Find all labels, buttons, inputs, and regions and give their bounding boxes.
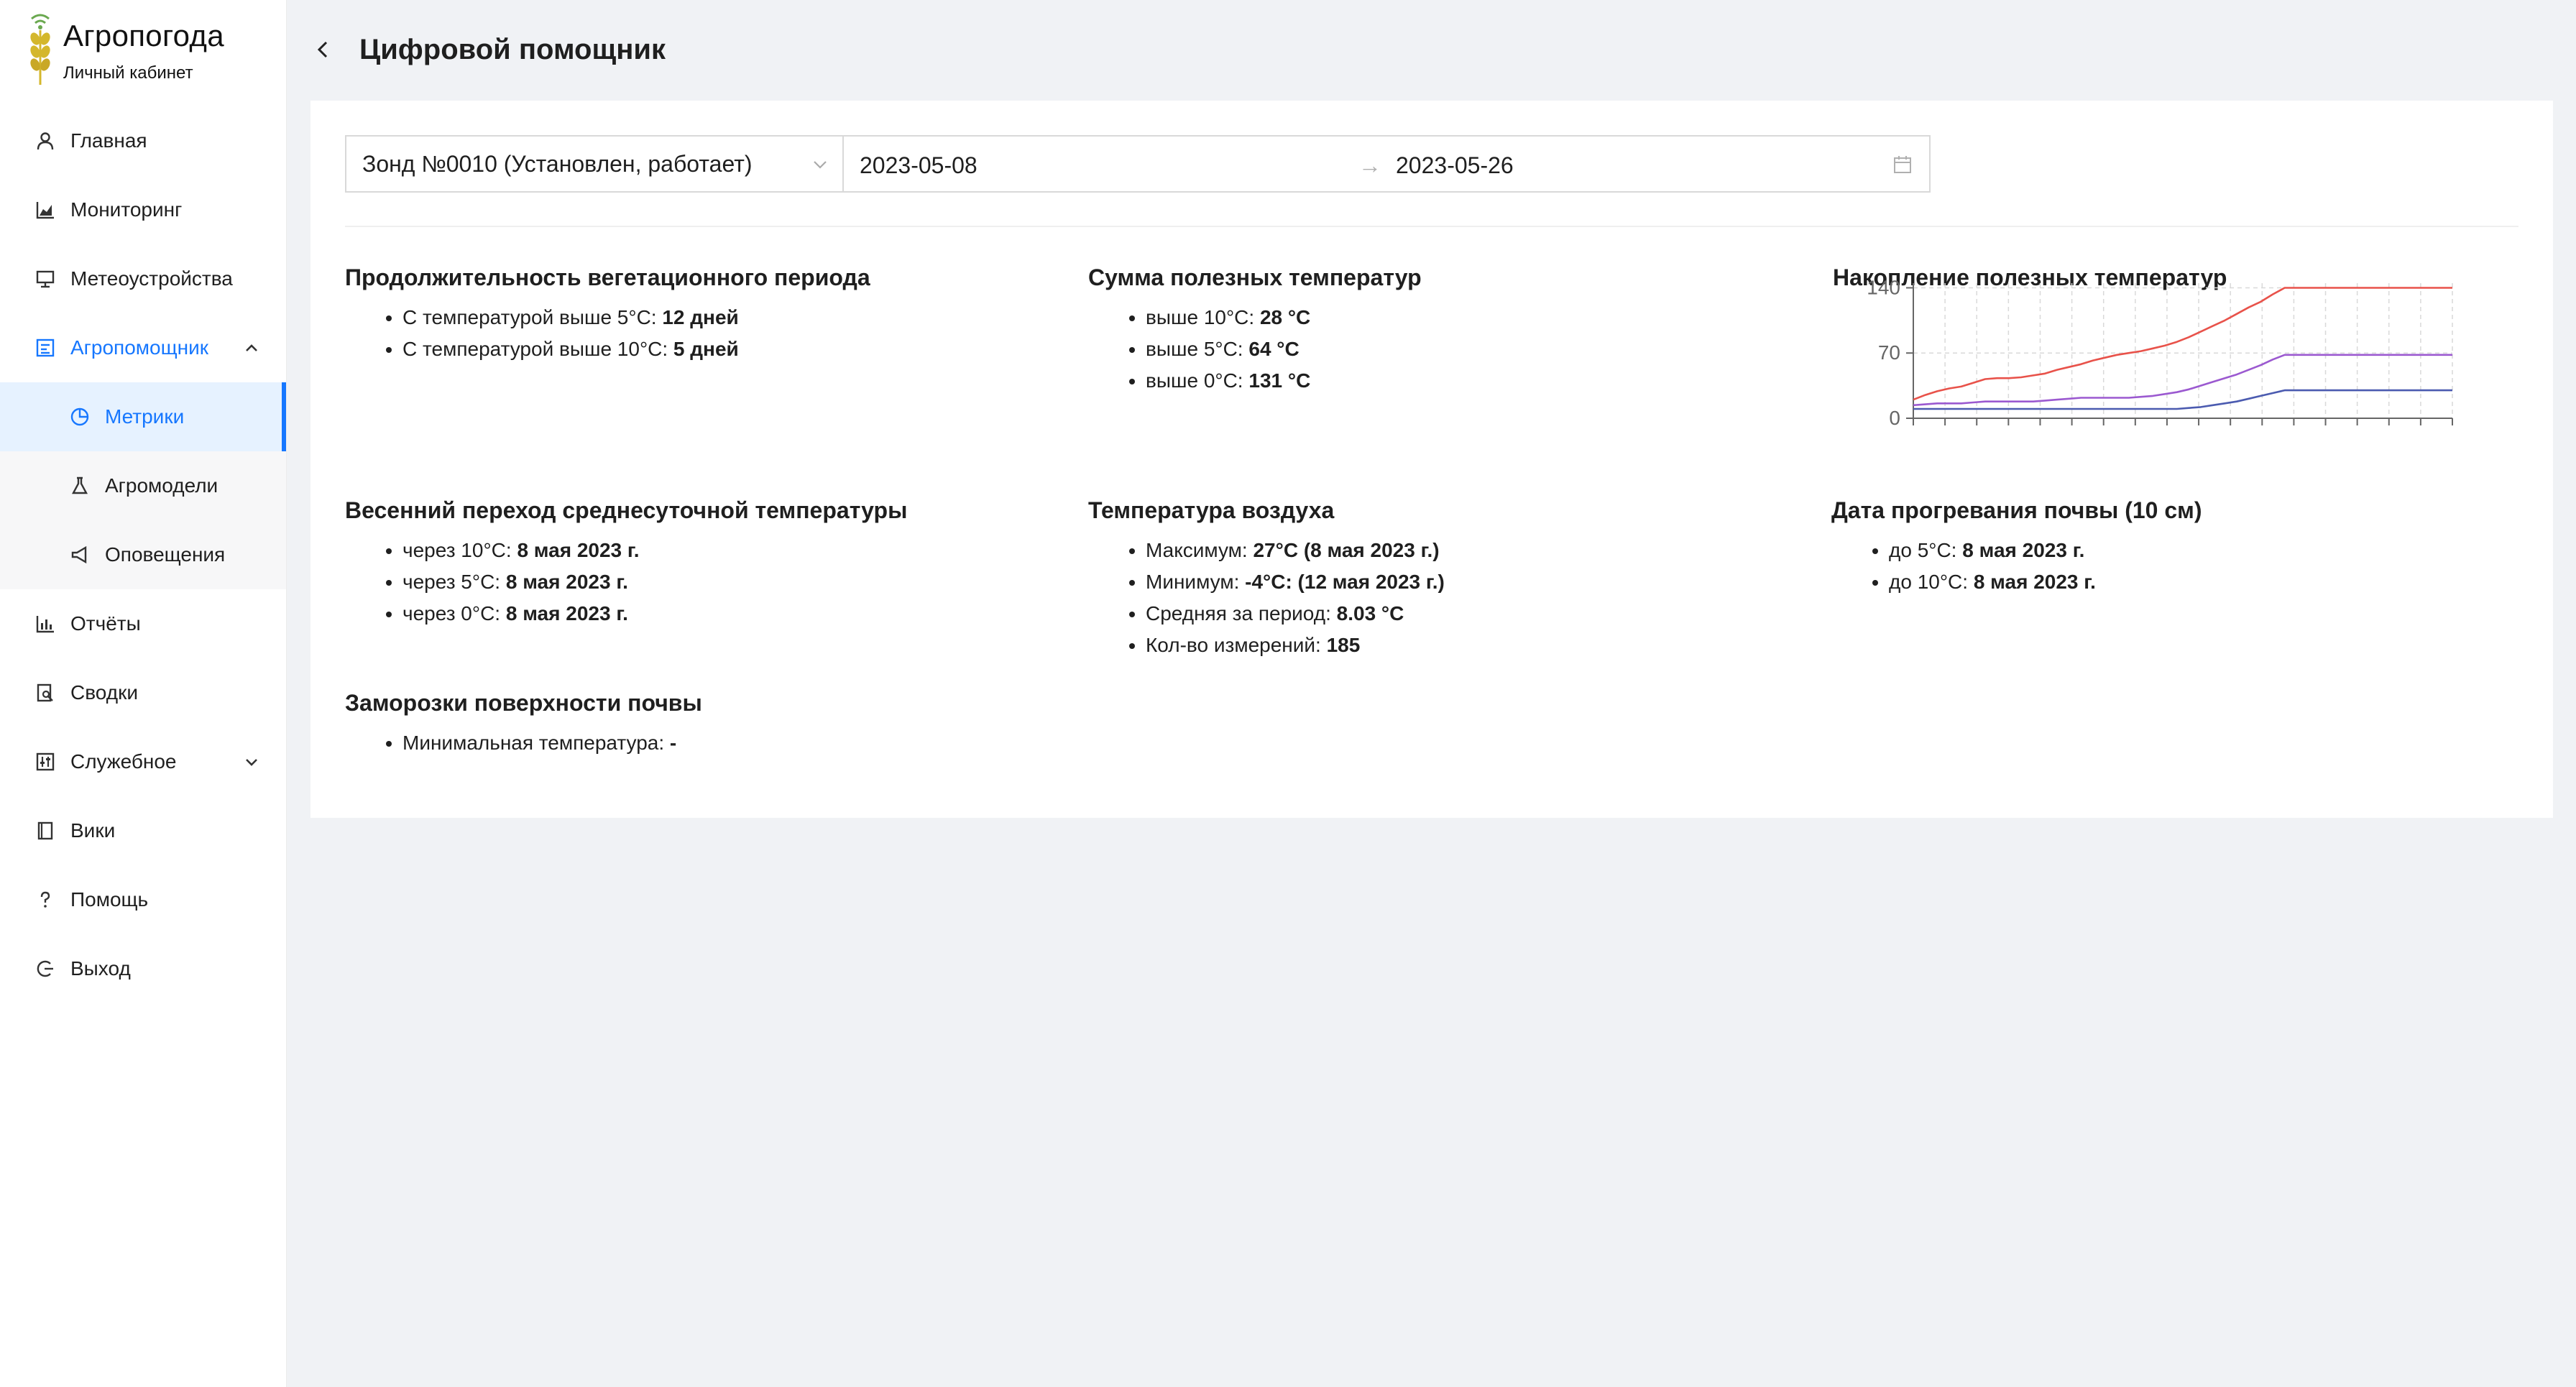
sidebar-item-label: Мониторинг — [70, 198, 183, 221]
list-item: через 0°С: 8 мая 2023 г. — [402, 598, 907, 630]
list-item: выше 0°С: 131 °С — [1146, 365, 1422, 397]
chevron-down-icon — [814, 161, 827, 169]
section-title: Заморозки поверхности почвы — [345, 690, 702, 716]
sidebar-menu: Главная Мониторинг Метеоустройства Агроп… — [0, 106, 286, 1003]
sidebar-item-label: Агромодели — [105, 474, 218, 497]
page-header: Цифровой помощник — [309, 26, 666, 73]
section-title: Дата прогревания почвы (10 см) — [1831, 497, 2202, 523]
list-item: до 10°С: 8 мая 2023 г. — [1889, 566, 2202, 598]
list-item: через 5°С: 8 мая 2023 г. — [402, 566, 907, 598]
sidebar-item-label: Главная — [70, 129, 147, 152]
page-title: Цифровой помощник — [359, 33, 666, 65]
soil-frost-section: Заморозки поверхности почвы Минимальная … — [345, 688, 702, 759]
wheat-logo-icon — [30, 14, 50, 85]
sidebar-item-home[interactable]: Главная — [0, 106, 286, 175]
control-icon — [34, 751, 56, 773]
sidebar-item-summaries[interactable]: Сводки — [0, 658, 286, 727]
accumulation-chart-svg: 0 70 140 — [1867, 276, 2453, 429]
spring-transition-section: Весенний переход среднесуточной температ… — [345, 496, 907, 630]
sidebar-item-label: Агропомощник — [70, 336, 208, 359]
chart-series-line-3 — [1913, 389, 2452, 410]
list-item: Кол-во измерений: 185 — [1146, 630, 1445, 661]
file-search-icon — [34, 682, 56, 704]
sidebar-item-label: Отчёты — [70, 612, 141, 635]
chart-y-tick-label: 70 — [1878, 341, 1900, 364]
section-title: Весенний переход среднесуточной температ… — [345, 497, 908, 523]
date-to-input[interactable]: 2023-05-26 — [1396, 152, 1514, 179]
section-title: Температура воздуха — [1088, 497, 1335, 523]
pie-chart-icon — [69, 406, 91, 428]
list-item: Минимальная температура: - — [402, 727, 702, 759]
sidebar-item-logout[interactable]: Выход — [0, 934, 286, 1003]
range-arrow-icon: → — [1358, 152, 1381, 178]
section-title: Продолжительность вегетационного периода — [345, 264, 870, 290]
sidebar-item-agromodels[interactable]: Агромодели — [0, 451, 286, 520]
sidebar-item-devices[interactable]: Метеоустройства — [0, 244, 286, 313]
user-icon — [34, 130, 56, 152]
question-icon — [34, 889, 56, 911]
air-temperature-section: Температура воздуха Максимум: 27°С (8 ма… — [1088, 496, 1445, 661]
section-title: Сумма полезных температур — [1088, 264, 1422, 290]
sidebar-item-label: Сводки — [70, 681, 138, 704]
back-button[interactable] — [309, 35, 338, 64]
calendar-icon — [1894, 156, 1911, 173]
date-from-input[interactable]: 2023-05-08 — [860, 152, 978, 179]
sidebar-item-label: Вики — [70, 819, 116, 842]
book-icon — [34, 820, 56, 842]
logout-icon — [34, 958, 56, 980]
sidebar-item-service[interactable]: Служебное — [0, 727, 286, 796]
date-range-picker[interactable]: 2023-05-08 → 2023-05-26 — [844, 135, 1931, 193]
sum-temps-section: Сумма полезных температур выше 10°С: 28 … — [1088, 263, 1422, 397]
list-item: С температурой выше 10°С: 5 дней — [402, 333, 870, 365]
sidebar-item-agroassistant[interactable]: Агропомощник — [0, 313, 286, 382]
sidebar-item-label: Служебное — [70, 750, 177, 773]
list-item: Минимум: -4°С: (12 мая 2023 г.) — [1146, 566, 1445, 598]
list-item: С температурой выше 5°С: 12 дней — [402, 302, 870, 333]
divider — [345, 226, 2518, 227]
sidebar: Агропогода Личный кабинет Главная Монито… — [0, 0, 287, 1387]
desktop-icon — [34, 268, 56, 290]
chevron-down-icon — [246, 759, 257, 766]
assistant-icon — [34, 337, 56, 359]
sidebar-item-wiki[interactable]: Вики — [0, 796, 286, 865]
sidebar-item-monitoring[interactable]: Мониторинг — [0, 175, 286, 244]
notification-icon — [69, 544, 91, 566]
list-item: Средняя за период: 8.03 °С — [1146, 598, 1445, 630]
sidebar-item-label: Выход — [70, 957, 131, 980]
probe-select[interactable]: Зонд №0010 (Установлен, работает) — [345, 135, 844, 193]
app-subtitle: Личный кабинет — [63, 63, 193, 83]
list-item: выше 10°С: 28 °С — [1146, 302, 1422, 333]
sidebar-item-help[interactable]: Помощь — [0, 865, 286, 934]
vegetation-section: Продолжительность вегетационного периода… — [345, 263, 870, 365]
list-item: выше 5°С: 64 °С — [1146, 333, 1422, 365]
sidebar-item-label: Оповещения — [105, 543, 226, 566]
list-item: до 5°С: 8 мая 2023 г. — [1889, 535, 2202, 566]
sidebar-item-label: Помощь — [70, 888, 149, 911]
sidebar-item-notifications[interactable]: Оповещения — [0, 520, 286, 589]
chart-series-line-2 — [1913, 354, 2452, 407]
content-card: Зонд №0010 (Установлен, работает) 2023-0… — [310, 101, 2553, 818]
chevron-up-icon — [246, 344, 257, 351]
app-title: Агропогода — [63, 19, 224, 52]
agroassistant-submenu: Метрики Агромодели Оповещения — [0, 382, 286, 589]
area-chart-icon — [34, 199, 56, 221]
experiment-icon — [69, 475, 91, 497]
sidebar-item-reports[interactable]: Отчёты — [0, 589, 286, 658]
sidebar-item-label: Метрики — [105, 405, 185, 428]
bar-chart-icon — [34, 613, 56, 635]
arrow-left-icon — [317, 41, 328, 58]
soil-warming-section: Дата прогревания почвы (10 см) до 5°С: 8… — [1831, 496, 2202, 598]
probe-select-value: Зонд №0010 (Установлен, работает) — [362, 150, 753, 177]
accumulation-chart: 0 70 140 — [1830, 276, 2462, 443]
sidebar-item-metrics[interactable]: Метрики — [0, 382, 286, 451]
list-item: через 10°С: 8 мая 2023 г. — [402, 535, 907, 566]
chart-series-line-1 — [1913, 287, 2452, 401]
chart-y-tick-label: 140 — [1867, 277, 1900, 298]
list-item: Максимум: 27°С (8 мая 2023 г.) — [1146, 535, 1445, 566]
filters-bar: Зонд №0010 (Установлен, работает) 2023-0… — [345, 135, 1931, 193]
logo[interactable]: Агропогода Личный кабинет — [26, 13, 277, 92]
chart-y-tick-label: 0 — [1889, 407, 1900, 429]
sidebar-item-label: Метеоустройства — [70, 267, 233, 290]
